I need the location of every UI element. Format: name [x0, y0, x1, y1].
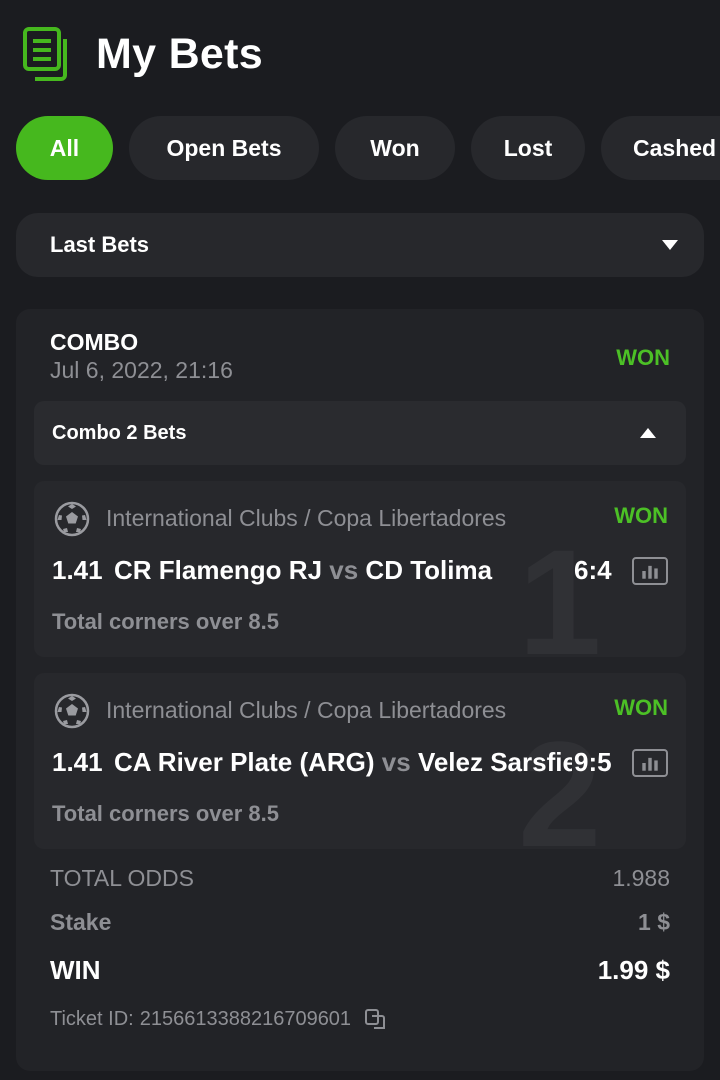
away-team: CD Tolima	[365, 555, 493, 585]
bet-type: COMBO	[50, 329, 139, 355]
leg-odds: 1.41	[52, 555, 103, 585]
win-label: WIN	[50, 955, 101, 985]
tab-won[interactable]: Won	[335, 116, 455, 180]
page-title: My Bets	[96, 29, 263, 78]
match-name: CA River Plate (ARG) vs Velez Sarsfield	[114, 747, 572, 778]
away-team: Velez Sarsfield	[417, 747, 572, 777]
chevron-up-icon	[640, 428, 656, 438]
vs-separator: vs	[329, 555, 359, 585]
stake-label: Stake	[50, 909, 112, 935]
chevron-down-icon	[662, 240, 678, 250]
bet-leg: 2 International Clubs / Copa Libertadore…	[34, 673, 686, 849]
total-odds-row: TOTAL ODDS 1.988	[50, 865, 670, 892]
match-name: CR Flamengo RJ vs CD Tolima	[114, 555, 572, 586]
combo-toggle[interactable]: Combo 2 Bets	[34, 401, 686, 465]
soccer-ball-icon	[54, 693, 90, 729]
bet-date: Jul 6, 2022, 21:16	[50, 357, 233, 383]
win-value: 1.99 $	[597, 955, 670, 985]
combo-label: Combo 2 Bets	[52, 421, 187, 444]
bet-leg: 1 International Clubs / Copa Libertadore…	[34, 481, 686, 657]
stake-value: 1 $	[638, 909, 670, 935]
home-team: CA River Plate (ARG)	[114, 747, 375, 777]
tab-open-bets[interactable]: Open Bets	[129, 116, 319, 180]
bet-card[interactable]: COMBO Jul 6, 2022, 21:16 WON Combo 2 Bet…	[16, 309, 704, 1071]
bet-market: Total corners over 8.5	[52, 801, 280, 826]
soccer-ball-icon	[54, 501, 90, 537]
tab-all[interactable]: All	[16, 116, 113, 180]
leg-odds: 1.41	[52, 747, 103, 777]
page-header: My Bets	[22, 26, 263, 82]
total-odds-value: 1.988	[612, 865, 670, 891]
period-dropdown-label: Last Bets	[50, 232, 150, 257]
stake-row: Stake 1 $	[50, 909, 670, 936]
bet-market: Total corners over 8.5	[52, 609, 280, 634]
stats-icon[interactable]	[632, 557, 668, 585]
ticket-id-label: Ticket ID:	[50, 1007, 134, 1030]
tab-lost[interactable]: Lost	[471, 116, 585, 180]
copy-icon[interactable]	[363, 1007, 387, 1031]
match-score: 9:5	[574, 747, 612, 777]
match-score: 6:4	[574, 555, 612, 585]
league-name: International Clubs / Copa Libertadores	[106, 505, 507, 531]
home-team: CR Flamengo RJ	[114, 555, 323, 585]
vs-separator: vs	[381, 747, 411, 777]
ticket-id-value: 2156613388216709601	[139, 1007, 352, 1030]
tab-cashed-out[interactable]: Cashed Out	[601, 116, 720, 180]
period-dropdown[interactable]: Last Bets	[16, 213, 704, 277]
ticket-id: Ticket ID: 2156613388216709601	[50, 1007, 387, 1031]
league-name: International Clubs / Copa Libertadores	[106, 697, 507, 723]
win-row: WIN 1.99 $	[50, 955, 670, 986]
total-odds-label: TOTAL ODDS	[50, 865, 194, 891]
leg-number: 2	[518, 710, 602, 849]
bet-status: WON	[616, 345, 670, 370]
stats-icon[interactable]	[632, 749, 668, 777]
bet-filter-tabs: All Open Bets Won Lost Cashed Out	[16, 116, 720, 182]
bet-slip-icon	[23, 27, 67, 81]
leg-number: 1	[518, 518, 602, 657]
leg-status: WON	[614, 503, 668, 528]
leg-status: WON	[614, 695, 668, 720]
